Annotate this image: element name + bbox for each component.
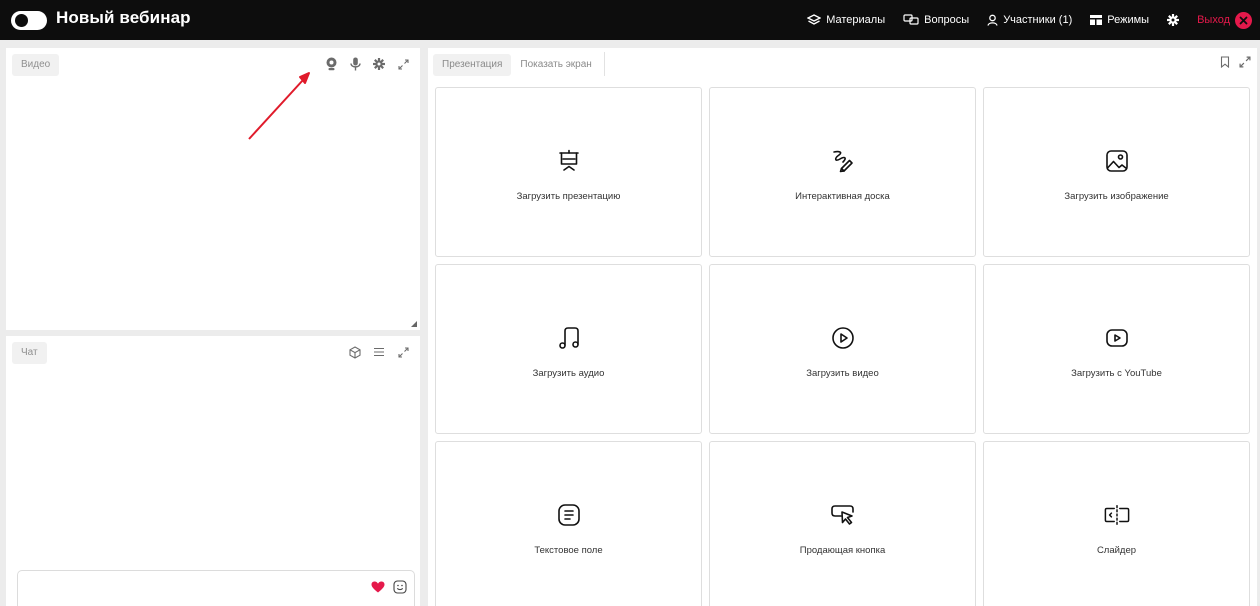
mode-toggle[interactable] [11,11,47,30]
expand-icon [397,58,409,70]
card-label: Слайдер [1096,545,1137,556]
presentation-controls [1219,56,1251,68]
video-settings-button[interactable] [370,55,388,73]
layers-icon [807,14,822,25]
content-type-grid: Загрузить презентацию Интерактивная доск… [435,87,1251,606]
card-label: Текстовое поле [534,545,603,556]
chat-input-icons [371,580,407,594]
presentation-area: Презентация Показать экран Загрузить пре… [428,48,1257,606]
card-whiteboard[interactable]: Интерактивная доска [709,87,976,257]
card-label: Загрузить презентацию [516,191,621,202]
top-nav: Материалы Вопросы Участники (1) Режимы В… [807,0,1252,40]
menu-icon [374,347,384,357]
microphone-icon [349,57,361,71]
slider-icon [1104,502,1130,528]
top-bar: Новый вебинар Материалы Вопросы Участник… [0,0,1260,40]
resize-handle-icon[interactable] [411,321,417,327]
video-controls [322,55,412,73]
card-upload-video[interactable]: Загрузить видео [709,264,976,434]
video-panel-label: Видео [12,54,60,76]
card-slider[interactable]: Слайдер [983,441,1250,606]
card-label: Загрузить изображение [1064,191,1169,202]
video-panel: Видео [6,48,420,330]
user-icon [987,14,998,26]
tabs-divider [604,52,605,76]
emoji-icon[interactable] [393,580,407,594]
nav-modes[interactable]: Режимы [1090,14,1149,26]
nav-participants-label: Участники (1) [1003,14,1073,26]
nav-materials[interactable]: Материалы [807,14,885,26]
card-label: Загрузить видео [806,368,879,379]
webcam-icon [326,57,336,71]
play-circle-icon [830,325,856,351]
microphone-button[interactable] [346,55,364,73]
left-column: Видео Чат [0,40,426,606]
chat-cube-button[interactable] [346,343,364,361]
text-field-icon [556,502,582,528]
youtube-icon [1104,325,1130,351]
image-icon [1104,148,1130,174]
card-upload-audio[interactable]: Загрузить аудио [435,264,702,434]
right-column: Презентация Показать экран Загрузить пре… [426,40,1260,606]
settings-button[interactable] [1167,14,1180,26]
toggle-knob [15,14,28,27]
expand-icon[interactable] [1239,56,1251,68]
card-upload-image[interactable]: Загрузить изображение [983,87,1250,257]
chat-panel: Чат [6,336,420,606]
chat-controls [346,343,412,361]
exit-label: Выход [1197,14,1230,26]
bookmark-icon[interactable] [1219,56,1231,68]
nav-questions-label: Вопросы [924,14,970,26]
card-text-field[interactable]: Текстовое поле [435,441,702,606]
nav-materials-label: Материалы [826,14,886,26]
card-label: Интерактивная доска [795,191,890,202]
card-label: Продающая кнопка [799,545,886,556]
music-note-icon [556,325,582,351]
video-expand-button[interactable] [394,55,412,73]
nav-modes-label: Режимы [1107,14,1150,26]
tab-share-screen[interactable]: Показать экран [511,54,600,76]
chat-bubbles-icon [903,14,919,25]
gear-icon [373,58,385,70]
presentation-tabs: Презентация Показать экран [433,54,601,76]
chat-message-input[interactable] [17,570,415,606]
camera-button[interactable] [322,55,340,73]
chat-menu-button[interactable] [370,343,388,361]
card-label: Загрузить с YouTube [1071,368,1162,379]
cube-icon [349,345,361,359]
gear-icon [1167,14,1180,26]
cursor-button-icon [830,502,856,528]
presentation-icon [556,148,582,174]
whiteboard-icon [830,148,856,174]
tab-presentation[interactable]: Презентация [433,54,512,76]
chat-expand-button[interactable] [394,343,412,361]
heart-icon[interactable] [371,581,385,593]
expand-icon [397,346,409,358]
card-upload-youtube[interactable]: Загрузить с YouTube [983,264,1250,434]
close-circle-icon [1235,11,1252,29]
webinar-title: Новый вебинар [56,8,191,27]
card-label: Загрузить аудио [532,368,605,379]
nav-participants[interactable]: Участники (1) [987,14,1072,26]
chat-panel-label: Чат [12,342,47,364]
card-selling-button[interactable]: Продающая кнопка [709,441,976,606]
modes-icon [1090,15,1103,25]
nav-questions[interactable]: Вопросы [903,14,969,26]
card-upload-presentation[interactable]: Загрузить презентацию [435,87,702,257]
exit-button[interactable]: Выход [1197,11,1252,29]
